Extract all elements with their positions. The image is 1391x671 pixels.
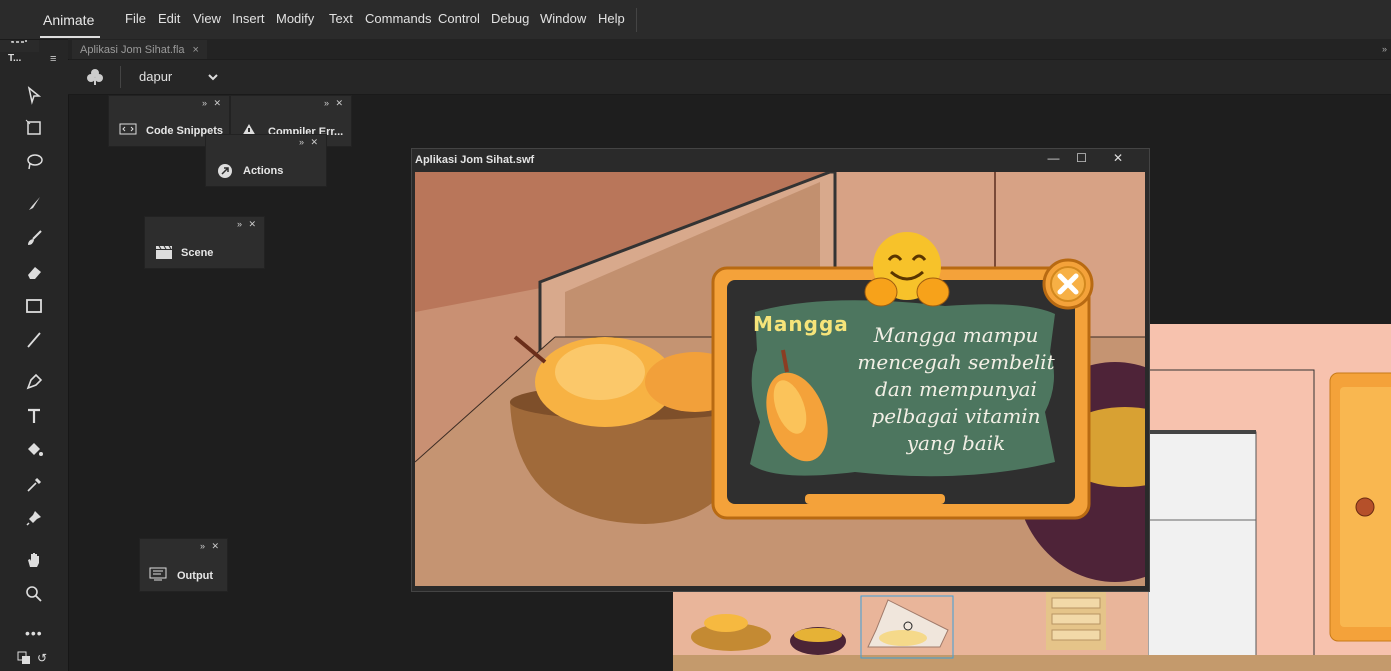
free-transform-tool-icon[interactable] (22, 116, 46, 140)
clapperboard-icon (156, 245, 172, 259)
scene-panel[interactable]: » ✕ Scene (144, 216, 265, 269)
panel-grip-icon[interactable]: » ✕ (324, 98, 345, 109)
tools-title: T... (8, 53, 22, 64)
menu-commands[interactable]: Commands (365, 11, 431, 26)
pen-tool-icon[interactable] (22, 370, 46, 394)
paint-brush-tool-icon[interactable] (22, 192, 46, 216)
maximize-button[interactable]: ☐ (1068, 148, 1095, 168)
output-icon (149, 567, 167, 581)
menu-edit[interactable]: Edit (158, 11, 180, 26)
panel-grip-icon[interactable]: » ✕ (237, 219, 258, 230)
output-label: Output (177, 570, 214, 582)
scene-select[interactable]: dapur (139, 69, 172, 84)
pin-tool-icon[interactable] (22, 506, 46, 530)
menu-text[interactable]: Text (329, 11, 353, 26)
more-tools-icon[interactable]: ••• (25, 625, 43, 641)
menu-file[interactable]: File (125, 11, 146, 26)
app-name-underline (40, 36, 100, 38)
menu-insert[interactable]: Insert (232, 11, 265, 26)
minimize-button[interactable]: — (1040, 148, 1067, 168)
document-tab-bar (68, 39, 1391, 59)
paint-bucket-tool-icon[interactable] (22, 438, 46, 462)
swap-colors-icon[interactable] (17, 651, 31, 665)
rectangle-tool-icon[interactable] (22, 294, 46, 318)
app-name: Animate (43, 12, 95, 28)
fruit-name-label: Mangga (753, 312, 849, 336)
chevron-down-icon[interactable] (206, 70, 220, 84)
close-button[interactable]: ✕ (1096, 148, 1140, 168)
fruit-info-text: Mangga mampu mencegah sembelit dan mempu… (853, 322, 1059, 457)
menu-debug[interactable]: Debug (491, 11, 529, 26)
eyedropper-tool-icon[interactable] (22, 472, 46, 496)
panel-grip-icon[interactable]: » ✕ (200, 541, 221, 552)
menu-modify[interactable]: Modify (276, 11, 314, 26)
swf-content[interactable]: Mangga Mangga mampu mencegah sembelit da… (415, 172, 1145, 586)
menu-divider (636, 8, 637, 32)
menu-view[interactable]: View (193, 11, 221, 26)
info-line: yang baik (906, 431, 1006, 455)
panel-expand-icon[interactable]: » (1382, 44, 1387, 54)
info-line: pelbagai vitamin (871, 404, 1041, 428)
panel-grip-icon[interactable]: » ✕ (202, 98, 223, 109)
scene-label: Scene (181, 247, 214, 259)
output-panel[interactable]: » ✕ Output (139, 538, 228, 592)
info-line: dan mempunyai (875, 377, 1037, 401)
lasso-tool-icon[interactable] (22, 150, 46, 174)
eraser-tool-icon[interactable] (22, 260, 46, 284)
code-snippets-icon (119, 123, 137, 135)
info-line: mencegah sembelit (857, 350, 1055, 374)
reset-colors-icon[interactable]: ↺ (37, 651, 47, 665)
info-line: Mangga mampu (873, 323, 1039, 347)
menu-control[interactable]: Control (438, 11, 480, 26)
brush-tool-icon[interactable] (22, 226, 46, 250)
document-tab[interactable]: Aplikasi Jom Sihat.fla × (72, 40, 207, 59)
selection-tool-icon[interactable] (22, 83, 46, 107)
scene-clubs-icon[interactable] (86, 68, 104, 86)
line-tool-icon[interactable] (22, 328, 46, 352)
panel-menu-icon[interactable]: ≡ (50, 53, 56, 65)
actions-icon (218, 164, 232, 178)
actions-label: Actions (243, 165, 284, 177)
zoom-tool-icon[interactable] (22, 582, 46, 606)
close-popup-icon[interactable] (1042, 258, 1094, 310)
menu-help[interactable]: Help (598, 11, 625, 26)
edit-bar-divider (120, 66, 121, 88)
text-tool-icon[interactable] (22, 404, 46, 428)
edit-bar (68, 60, 1391, 95)
panel-grip-icon[interactable]: » ✕ (299, 137, 320, 148)
swf-window-title: Aplikasi Jom Sihat.swf (415, 154, 535, 166)
menu-window[interactable]: Window (540, 11, 586, 26)
hand-tool-icon[interactable] (22, 548, 46, 572)
document-tab-label: Aplikasi Jom Sihat.fla (80, 43, 185, 56)
actions-panel[interactable]: » ✕ Actions (205, 134, 327, 187)
document-tab-close-icon[interactable]: × (193, 44, 199, 56)
